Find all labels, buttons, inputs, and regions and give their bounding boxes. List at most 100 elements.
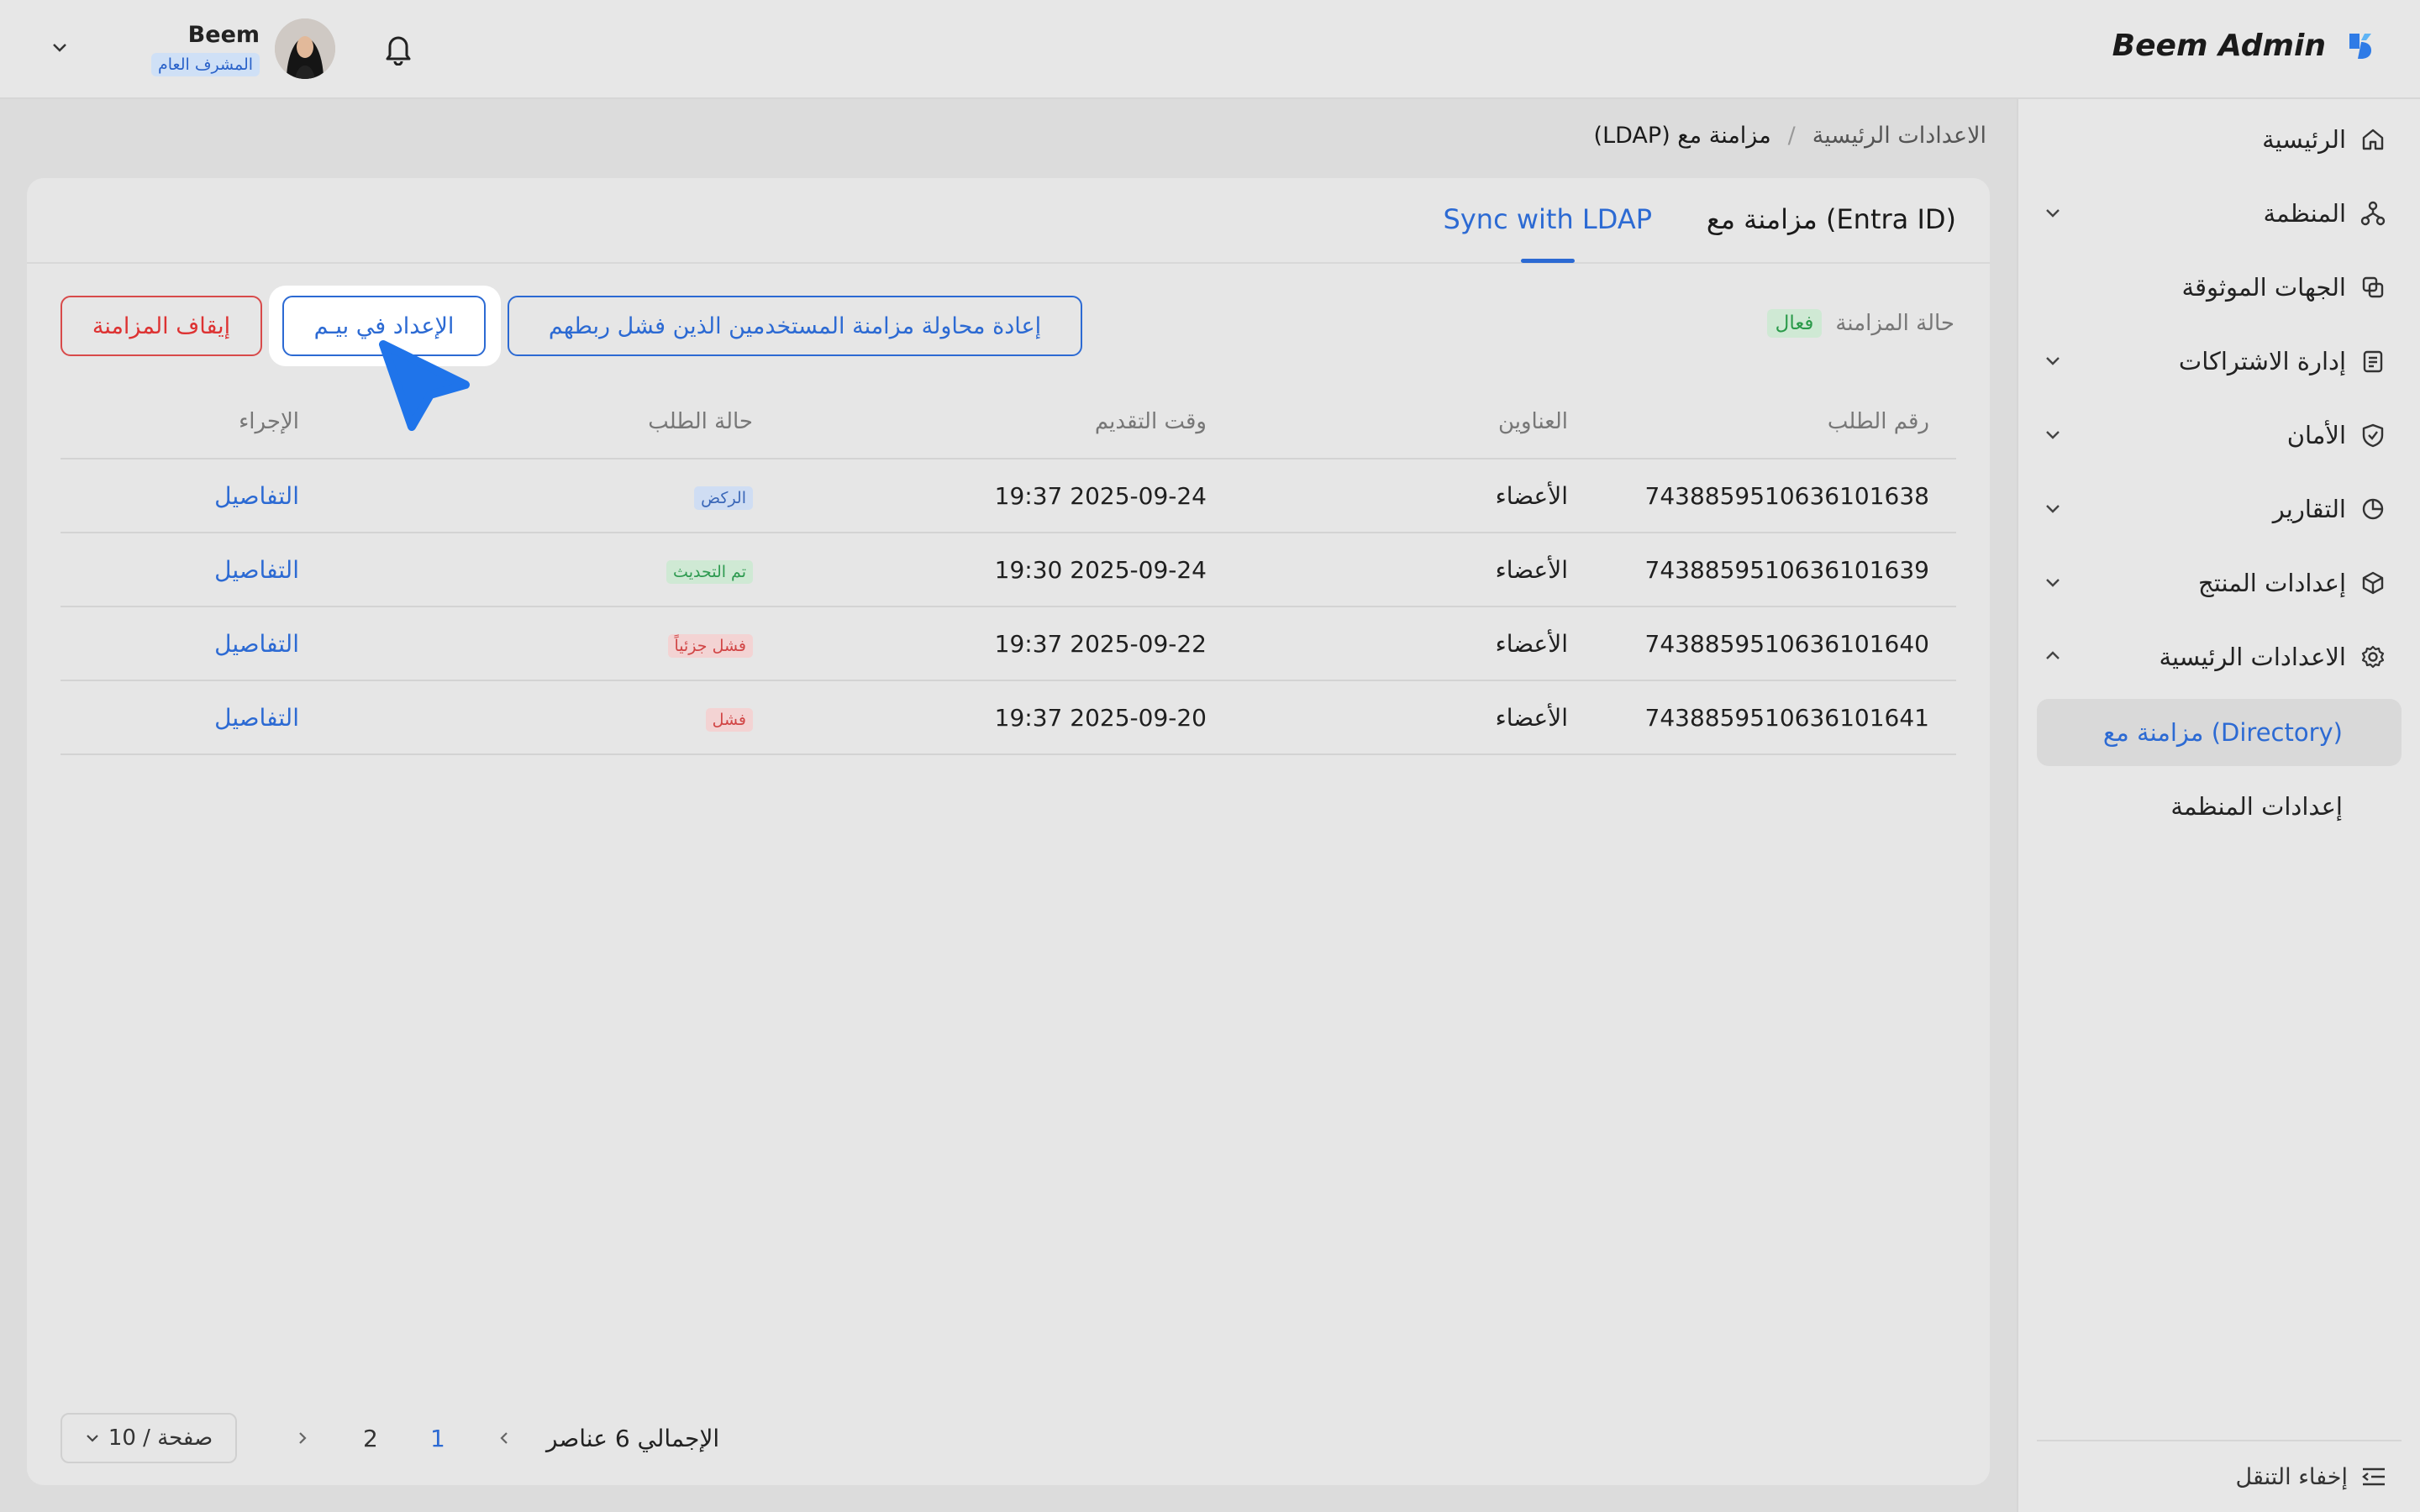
chevron-down-icon: [2046, 209, 2060, 218]
notification-bell-icon[interactable]: [383, 32, 413, 66]
retry-failed-sync-button[interactable]: إعادة محاولة مزامنة المستخدمين الذين فشل…: [508, 296, 1082, 356]
active-tab-indicator: [1521, 259, 1575, 263]
chevron-down-icon: [2046, 505, 2060, 513]
request-state-cell: تم التحديث: [326, 533, 780, 607]
collapse-menu-icon: [2362, 1467, 2385, 1486]
page-size-select[interactable]: 10 / صفحة: [60, 1413, 237, 1463]
hide-navigation-button[interactable]: إخفاء التنقل: [2037, 1440, 2402, 1512]
mouse-cursor-icon: [379, 340, 470, 431]
sidebar-item-organization[interactable]: المنظمة: [2030, 183, 2386, 244]
hide-navigation-label: إخفاء التنقل: [2235, 1463, 2348, 1490]
column-header-submitted: وقت التقديم: [780, 385, 1234, 459]
user-role-badge: المشرف العام: [151, 52, 260, 76]
sidebar-subitem-directory-sync[interactable]: مزامنة مع (Directory): [2037, 699, 2402, 766]
request-id: 7438859510636101641: [1595, 680, 1956, 755]
sidebar-item-label: التقارير: [2272, 495, 2346, 523]
request-state-cell: فشل جزئياً: [326, 606, 780, 681]
sidebar-subitem-org-settings[interactable]: إعدادات المنظمة: [2037, 773, 2402, 840]
table-row: 7438859510636101639 الأعضاء 2025-09-24 1…: [60, 533, 1956, 607]
breadcrumb-current: مزامنة مع (LDAP): [1593, 123, 1771, 149]
beem-logo-icon: [2349, 33, 2371, 59]
status-badge: الركض: [694, 486, 753, 510]
table-row: 7438859510636101641 الأعضاء 2025-09-20 1…: [60, 680, 1956, 755]
home-icon: [2362, 129, 2384, 150]
request-addresses: الأعضاء: [1234, 459, 1595, 533]
details-link[interactable]: التفاصيل: [214, 704, 299, 732]
request-addresses: الأعضاء: [1234, 533, 1595, 607]
sidebar-item-label: إدارة الاشتراكات: [2178, 347, 2346, 375]
request-id: 7438859510636101640: [1595, 606, 1956, 681]
sync-status: حالة المزامنة فعال: [1766, 309, 1954, 338]
trusted-parties-icon: [2362, 276, 2384, 298]
sync-requests-table: رقم الطلب العناوين وقت التقديم حالة الطل…: [60, 385, 1956, 755]
next-page-icon[interactable]: [296, 1430, 309, 1446]
table-header-row: رقم الطلب العناوين وقت التقديم حالة الطل…: [60, 385, 1956, 459]
page-2[interactable]: 2: [363, 1425, 378, 1452]
box-icon: [2362, 571, 2384, 595]
column-header-action: الإجراء: [60, 385, 326, 459]
user-name: Beem: [187, 21, 260, 48]
sync-status-badge: فعال: [1766, 309, 1823, 338]
sidebar-item-subscriptions[interactable]: إدارة الاشتراكات: [2030, 331, 2386, 391]
chevron-up-icon: [2046, 651, 2060, 659]
clipboard-icon: [2363, 350, 2383, 373]
page-size-value: 10 / صفحة: [108, 1425, 213, 1451]
table-row: 7438859510636101638 الأعضاء 2025-09-24 1…: [60, 459, 1956, 533]
request-action-cell: التفاصيل: [60, 459, 326, 533]
breadcrumb-parent[interactable]: الاعدادات الرئيسية: [1812, 123, 1986, 149]
pagination: 10 / صفحة 2 1 الإجمالي 6 عناصر: [60, 1413, 733, 1463]
request-action-cell: التفاصيل: [60, 680, 326, 755]
sidebar-item-reports[interactable]: التقارير: [2030, 479, 2386, 539]
brand-title: Beem Admin: [2112, 29, 2326, 63]
chevron-down-icon: [87, 1435, 98, 1442]
pie-chart-icon: [2362, 498, 2384, 520]
table-row: 7438859510636101640 الأعضاء 2025-09-22 1…: [60, 606, 1956, 681]
sidebar-item-trusted-parties[interactable]: الجهات الموثوقة: [2030, 257, 2386, 318]
request-action-cell: التفاصيل: [60, 606, 326, 681]
request-id: 7438859510636101638: [1595, 459, 1956, 533]
sync-status-label: حالة المزامنة: [1835, 311, 1954, 336]
column-header-id: رقم الطلب: [1595, 385, 1956, 459]
chevron-down-icon[interactable]: [50, 39, 69, 57]
request-submitted: 2025-09-20 19:37: [780, 680, 1234, 755]
tab-entra-id[interactable]: مزامنة مع (Entra ID): [1707, 203, 1956, 235]
sidebar-item-label: الجهات الموثوقة: [2181, 273, 2346, 302]
sidebar: الرئيسية المنظمة الجهات الموثوقة إدارة ا…: [2017, 99, 2420, 1512]
column-header-addresses: العناوين: [1234, 385, 1595, 459]
sidebar-item-label: الرئيسية: [2262, 125, 2346, 154]
request-submitted: 2025-09-24 19:30: [780, 533, 1234, 607]
details-link[interactable]: التفاصيل: [214, 630, 299, 658]
request-addresses: الأعضاء: [1234, 606, 1595, 681]
page-1[interactable]: 1: [430, 1425, 445, 1452]
user-info: Beem المشرف العام: [151, 22, 260, 76]
sidebar-item-security[interactable]: الأمان: [2030, 405, 2386, 465]
sidebar-item-label: الاعدادات الرئيسية: [2159, 643, 2346, 671]
user-menu[interactable]: Beem المشرف العام: [151, 18, 336, 79]
request-action-cell: التفاصيل: [60, 533, 326, 607]
chevron-down-icon: [2046, 357, 2060, 365]
request-id: 7438859510636101639: [1595, 533, 1956, 607]
sidebar-item-product-settings[interactable]: إعدادات المنتج: [2030, 553, 2386, 613]
details-link[interactable]: التفاصيل: [214, 556, 299, 584]
brand[interactable]: Beem Admin: [2112, 29, 2376, 63]
breadcrumb-separator: /: [1787, 123, 1796, 149]
tab-ldap[interactable]: Sync with LDAP: [1444, 203, 1652, 235]
stop-sync-button[interactable]: إيقاف المزامنة: [60, 296, 262, 356]
breadcrumb: الاعدادات الرئيسية / مزامنة مع (LDAP): [1594, 123, 1986, 149]
sidebar-item-main-settings[interactable]: الاعدادات الرئيسية: [2030, 627, 2386, 687]
request-submitted: 2025-09-24 19:37: [780, 459, 1234, 533]
status-badge: تم التحديث: [666, 560, 753, 584]
sidebar-item-home[interactable]: الرئيسية: [2030, 109, 2386, 170]
gear-icon: [2361, 645, 2385, 669]
status-badge: فشل جزئياً: [667, 634, 753, 658]
request-state-cell: فشل: [326, 680, 780, 755]
organization-icon: [2360, 201, 2386, 226]
prev-page-icon[interactable]: [497, 1430, 511, 1446]
top-bar: Beem Admin Beem المشرف العام: [0, 0, 2420, 99]
shield-icon: [2362, 423, 2384, 448]
chevron-down-icon: [2046, 579, 2060, 587]
avatar-image: [275, 18, 336, 79]
status-badge: فشل: [705, 708, 753, 732]
avatar[interactable]: [275, 18, 336, 79]
details-link[interactable]: التفاصيل: [214, 482, 299, 510]
